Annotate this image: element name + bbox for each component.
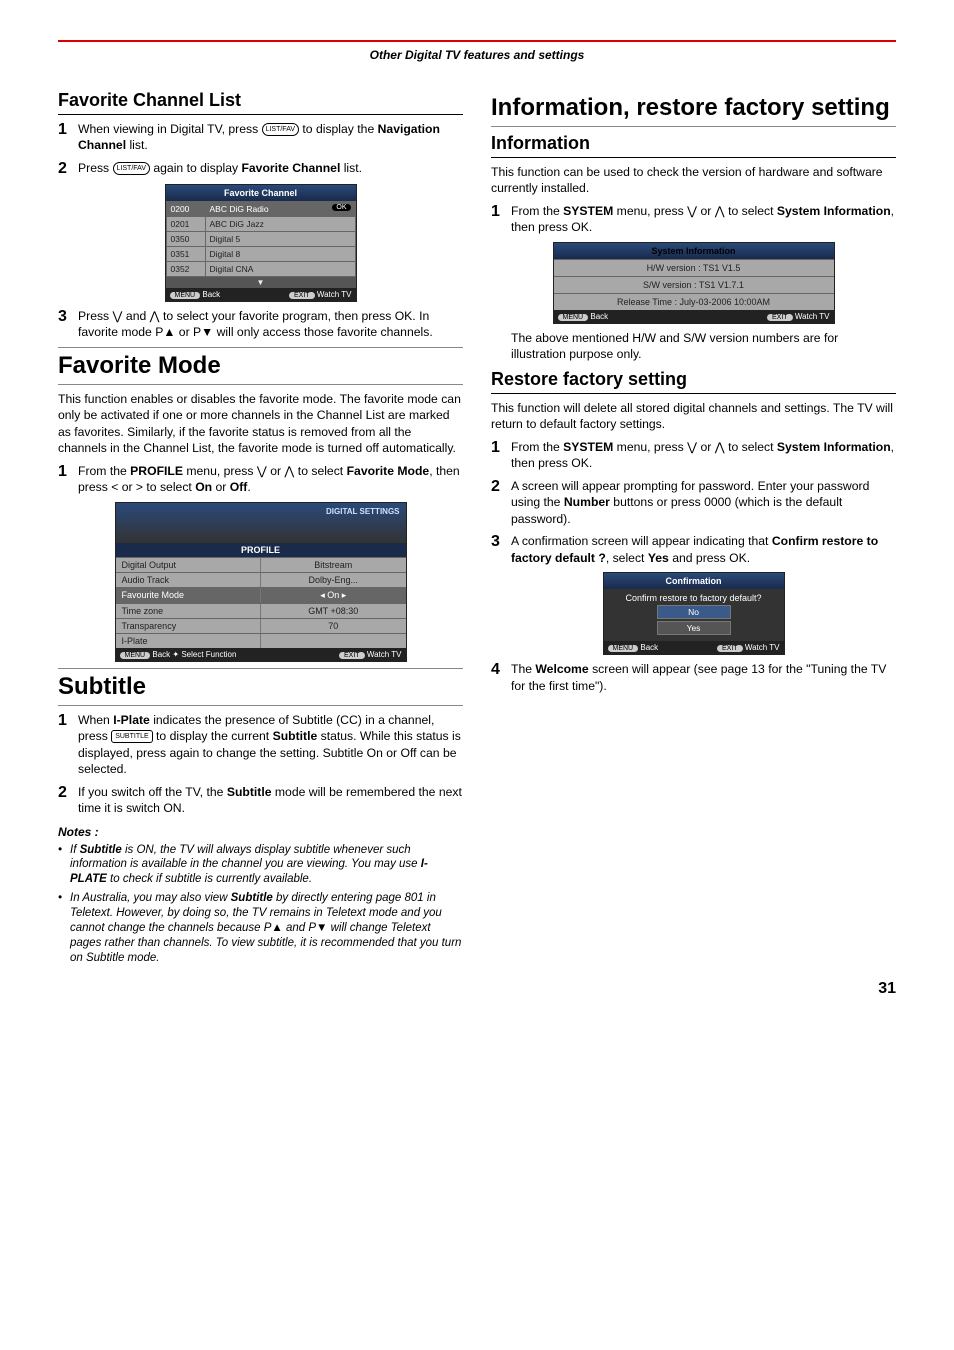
- restore-step-1: 1 From the SYSTEM menu, press ⋁ or ⋀ to …: [491, 439, 896, 472]
- fav-step-1: 1 When viewing in Digital TV, press LIST…: [58, 121, 463, 154]
- note-2: •In Australia, you may also view Subtitl…: [58, 891, 463, 966]
- heading-favorite-mode: Favorite Mode: [58, 347, 463, 385]
- notes-heading: Notes :: [58, 825, 463, 839]
- scroll-down-icon: ▼: [166, 277, 356, 288]
- info-step-1: 1 From the SYSTEM menu, press ⋁ or ⋀ to …: [491, 203, 896, 236]
- restore-step-4: 4 The Welcome screen will appear (see pa…: [491, 661, 896, 694]
- heading-info-restore: Information, restore factory setting: [491, 90, 896, 127]
- restore-intro: This function will delete all stored dig…: [491, 400, 896, 433]
- header-text: Other Digital TV features and settings: [370, 48, 585, 62]
- fav-channel-table: 0200ABC DiG Radio OK 0201ABC DiG Jazz 03…: [166, 201, 356, 277]
- note-1: •If Subtitle is ON, the TV will always d…: [58, 843, 463, 888]
- heading-subtitle: Subtitle: [58, 668, 463, 706]
- right-arrow-icon: ▸: [342, 590, 347, 600]
- subtitle-step-2: 2 If you switch off the TV, the Subtitle…: [58, 784, 463, 817]
- header-bar: Other Digital TV features and settings: [58, 40, 896, 64]
- favmode-step-1: 1 From the PROFILE menu, press ⋁ or ⋀ to…: [58, 463, 463, 496]
- restore-step-2: 2 A screen will appear prompting for pas…: [491, 478, 896, 527]
- left-arrow-icon: ◂: [320, 590, 325, 600]
- right-column: Information, restore factory setting Inf…: [491, 84, 896, 970]
- confirmation-osd: Confirmation Confirm restore to factory …: [603, 572, 785, 655]
- subtitle-step-1: 1 When I-Plate indicates the presence of…: [58, 712, 463, 778]
- fav-step-2: 2 Press LIST/FAV again to display Favori…: [58, 160, 463, 178]
- heading-favorite-channel-list: Favorite Channel List: [58, 90, 463, 115]
- left-column: Favorite Channel List 1 When viewing in …: [58, 84, 463, 970]
- list-fav-icon: LIST/FAV: [262, 123, 299, 136]
- heading-restore: Restore factory setting: [491, 369, 896, 394]
- info-after-text: The above mentioned H/W and S/W version …: [491, 330, 896, 363]
- restore-step-3: 3 A confirmation screen will appear indi…: [491, 533, 896, 566]
- system-info-osd: System Information H/W version : TS1 V1.…: [553, 242, 835, 324]
- page-number: 31: [58, 980, 896, 998]
- favorite-mode-intro: This function enables or disables the fa…: [58, 391, 463, 457]
- fav-step-3: 3 Press ⋁ and ⋀ to select your favorite …: [58, 308, 463, 341]
- confirm-no-button: No: [657, 605, 731, 619]
- info-intro: This function can be used to check the v…: [491, 164, 896, 197]
- list-fav-icon: LIST/FAV: [113, 162, 150, 175]
- favorite-channel-osd: Favorite Channel 0200ABC DiG Radio OK 02…: [165, 184, 357, 302]
- profile-osd: DIGITAL SETTINGS PROFILE Digital OutputB…: [115, 502, 407, 662]
- subtitle-button-icon: SUBTITLE: [111, 730, 152, 743]
- confirm-yes-button: Yes: [657, 621, 731, 635]
- heading-information: Information: [491, 133, 896, 158]
